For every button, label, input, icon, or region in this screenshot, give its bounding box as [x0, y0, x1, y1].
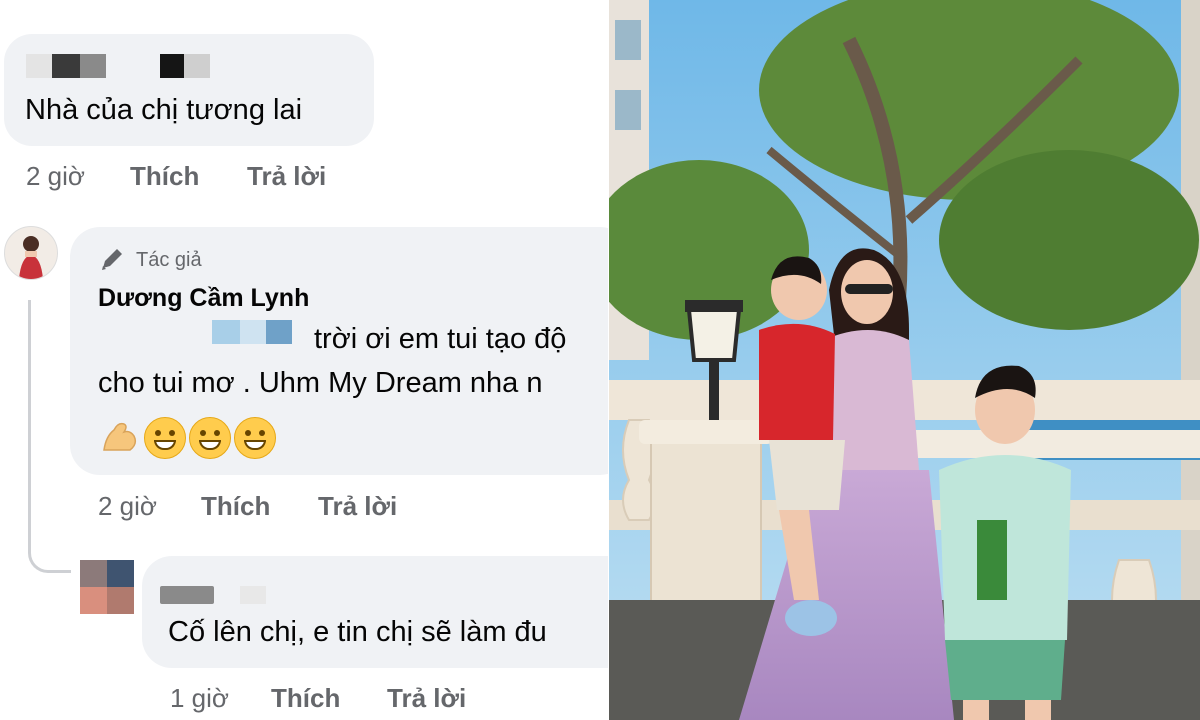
comment-time[interactable]: 1 giờ [170, 683, 229, 714]
blurred-tag [266, 320, 292, 344]
blurred-name [160, 586, 214, 604]
author-badge: Tác giả [136, 249, 202, 271]
reply-thread-line [28, 300, 71, 573]
grinning-face-icon [234, 417, 276, 459]
blurred-name [184, 54, 210, 78]
avatar[interactable] [80, 560, 134, 614]
family-photo-illustration [609, 0, 1200, 720]
blurred-tag [240, 320, 266, 344]
comment-text: Nhà của chị tương lai [25, 94, 303, 126]
like-button[interactable]: Thích [201, 491, 270, 522]
comment-thread: Nhà của chị tương lai 2 giờ Thích Trả lờ… [0, 0, 608, 720]
avatar[interactable] [4, 226, 58, 280]
flexed-biceps-icon [103, 422, 137, 451]
pen-icon [102, 249, 122, 270]
comment-time[interactable]: 2 giờ [26, 161, 85, 192]
reply-button[interactable]: Trả lời [387, 683, 466, 714]
blurred-name [80, 54, 106, 78]
grinning-face-icon [189, 417, 231, 459]
comment-author[interactable]: Dương Cầm Lynh [98, 284, 309, 313]
comment-text-line-2: cho tui mơ . Uhm My Dream nha n [98, 367, 543, 399]
blurred-name [52, 54, 80, 78]
blurred-name [240, 586, 266, 604]
blurred-tag [212, 320, 240, 344]
grinning-face-icon [144, 417, 186, 459]
reply-button[interactable]: Trả lời [247, 161, 326, 192]
like-button[interactable]: Thích [130, 161, 199, 192]
comment-bubble-3 [142, 556, 608, 668]
comment-text-line-1: trời ơi em tui tạo độ [314, 323, 567, 355]
family-photo [609, 0, 1200, 720]
avatar-portrait-icon [19, 236, 43, 279]
blurred-name [26, 54, 52, 78]
comment-bubble-1 [4, 34, 374, 146]
reply-button[interactable]: Trả lời [318, 491, 397, 522]
blurred-name [160, 54, 184, 78]
comment-time[interactable]: 2 giờ [98, 491, 157, 522]
comment-text: Cố lên chị, e tin chị sẽ làm đu [168, 616, 547, 648]
like-button[interactable]: Thích [271, 683, 340, 714]
